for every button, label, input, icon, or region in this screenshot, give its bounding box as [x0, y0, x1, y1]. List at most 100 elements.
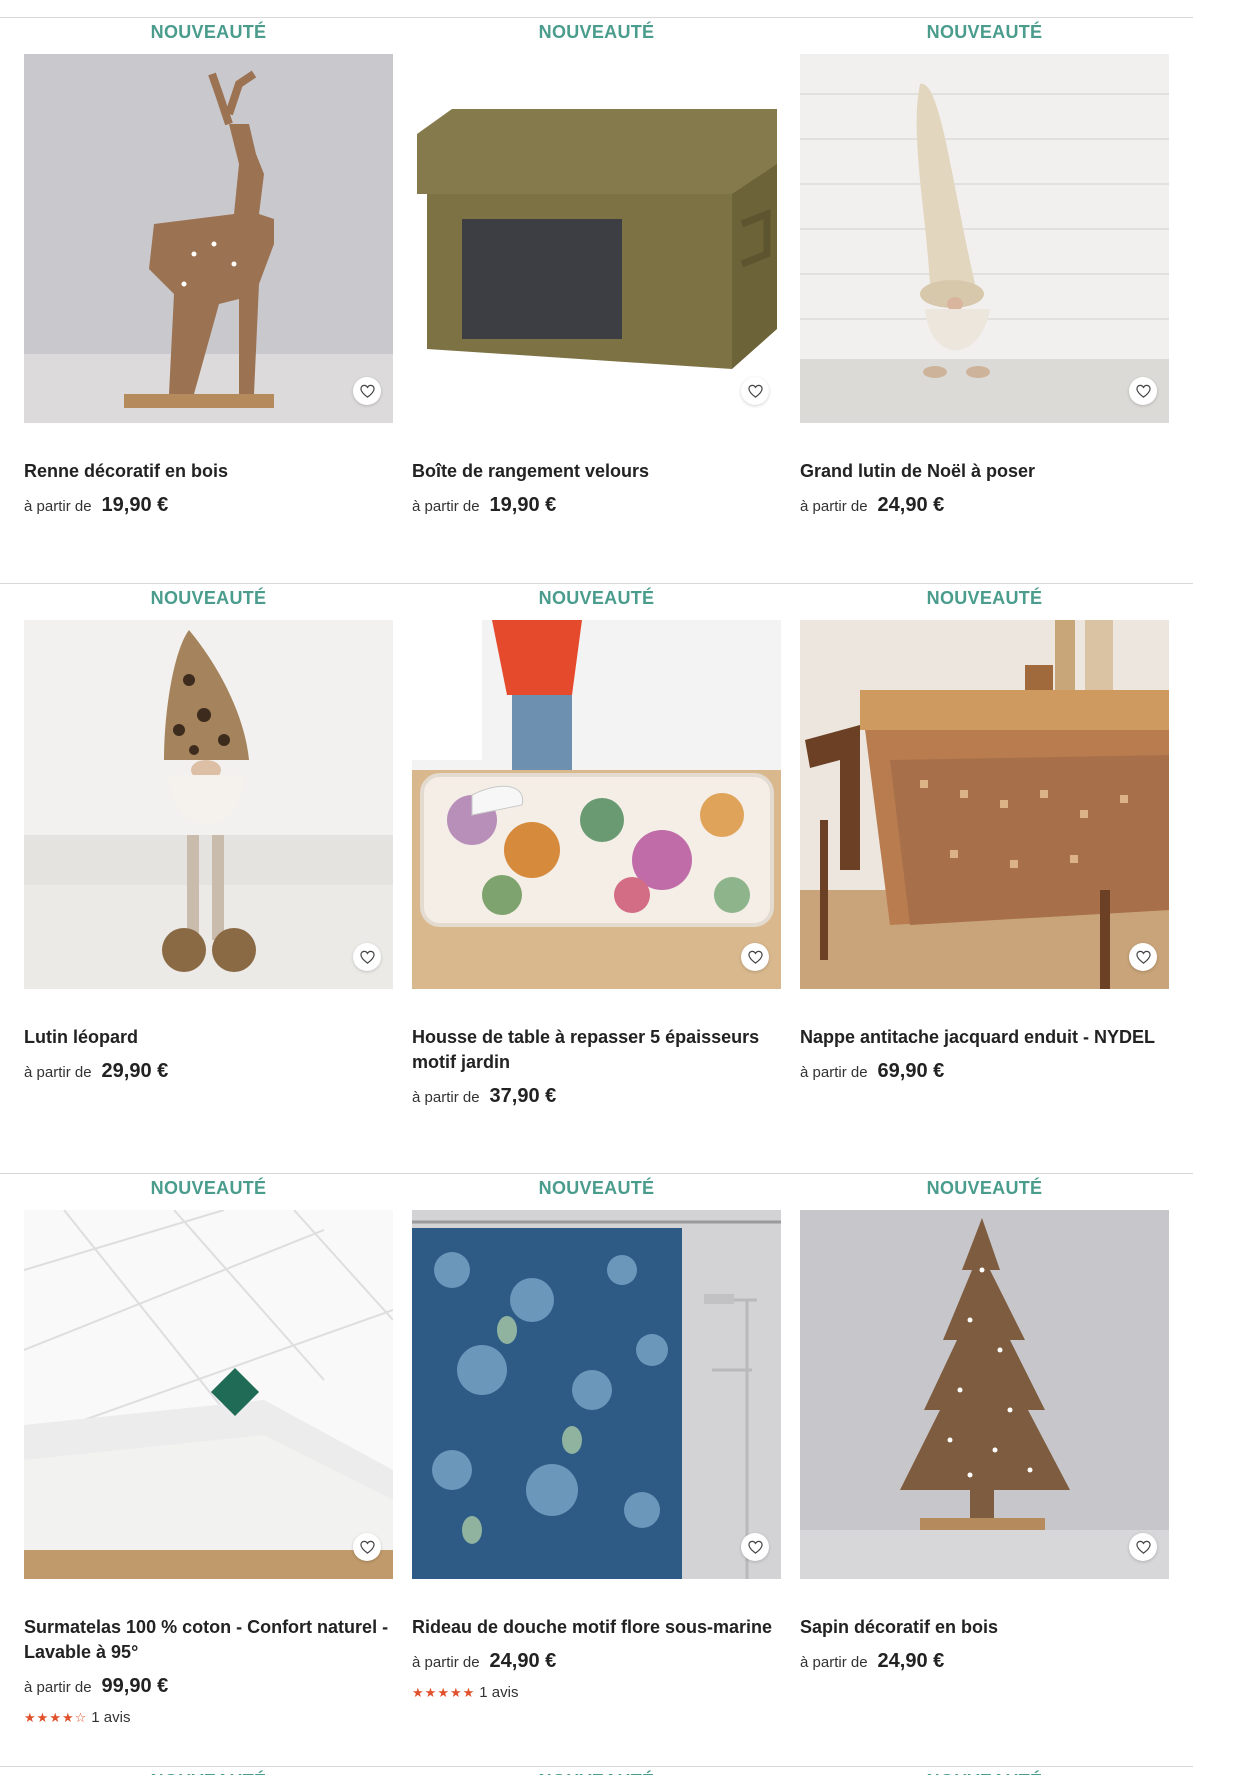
product-image[interactable]	[800, 620, 1169, 989]
product-row: NOUVEAUTÉ Renne décoratif en bois à part…	[0, 17, 1193, 578]
mattress-topper-image	[24, 1210, 393, 1579]
product-title[interactable]: Housse de table à repasser 5 épaisseurs …	[412, 1025, 787, 1075]
favorite-button[interactable]	[741, 1533, 769, 1561]
new-badge: NOUVEAUTÉ	[538, 1178, 655, 1198]
favorite-button[interactable]	[353, 943, 381, 971]
product-title[interactable]: Lutin léopard	[24, 1025, 399, 1050]
product-row: NOUVEAUTÉ Surmatelas 100 % coton - Confo…	[0, 1173, 1193, 1764]
rating[interactable]: ★ ★ ★ ★ ☆ 1 avis	[24, 1709, 130, 1726]
favorite-button[interactable]	[1129, 377, 1157, 405]
product-price: 37,90 €	[489, 1085, 557, 1107]
product-price: 24,90 €	[877, 494, 945, 516]
favorite-button[interactable]	[353, 377, 381, 405]
star-rating: ★ ★ ★ ★ ★	[412, 1685, 474, 1701]
product-grid-page: NOUVEAUTÉ Renne décoratif en bois à part…	[0, 0, 1250, 1775]
product-price: 24,90 €	[489, 1650, 557, 1672]
heart-icon	[1135, 950, 1151, 964]
price-from-label: à partir de	[800, 1064, 868, 1081]
price-from-label: à partir de	[412, 498, 480, 515]
favorite-button[interactable]	[1129, 1533, 1157, 1561]
star-icon: ★	[24, 1709, 36, 1725]
new-badge: NOUVEAUTÉ	[926, 1178, 1043, 1198]
product-price: 19,90 €	[489, 494, 557, 516]
wooden-tree-image	[800, 1210, 1169, 1579]
price-from-label: à partir de	[800, 498, 868, 515]
price-line: à partir de 69,90 €	[800, 1060, 944, 1083]
review-count[interactable]: 1 avis	[479, 1684, 518, 1701]
price-from-label: à partir de	[800, 1654, 868, 1671]
product-title[interactable]: Boîte de rangement velours	[412, 459, 787, 484]
star-outline-icon: ☆	[74, 1709, 87, 1725]
product-image[interactable]	[800, 54, 1169, 423]
price-line: à partir de 24,90 €	[412, 1650, 556, 1673]
product-row: NOUVEAUTÉ Lutin léopard à partir de 29,9…	[0, 583, 1193, 1169]
product-title[interactable]: Rideau de douche motif flore sous-marine	[412, 1615, 787, 1640]
star-icon: ★	[49, 1709, 61, 1725]
heart-icon	[1135, 384, 1151, 398]
price-from-label: à partir de	[24, 1064, 92, 1081]
product-title[interactable]: Surmatelas 100 % coton - Confort naturel…	[24, 1615, 399, 1665]
star-icon: ★	[449, 1684, 462, 1700]
favorite-button[interactable]	[353, 1533, 381, 1561]
shower-curtain-image	[412, 1210, 781, 1579]
new-badge: NOUVEAUTÉ	[926, 22, 1043, 42]
star-icon: ★	[412, 1684, 424, 1700]
product-price: 29,90 €	[101, 1060, 169, 1082]
product-title[interactable]: Sapin décoratif en bois	[800, 1615, 1175, 1640]
new-badge: NOUVEAUTÉ	[926, 588, 1043, 608]
heart-icon	[359, 950, 375, 964]
product-image[interactable]	[412, 54, 781, 423]
star-icon: ★	[61, 1709, 74, 1725]
product-title[interactable]: Renne décoratif en bois	[24, 459, 399, 484]
product-title[interactable]: Nappe antitache jacquard enduit - NYDEL	[800, 1025, 1175, 1050]
price-from-label: à partir de	[24, 1679, 92, 1696]
price-line: à partir de 29,90 €	[24, 1060, 168, 1083]
product-image[interactable]	[412, 1210, 781, 1579]
product-price: 24,90 €	[877, 1650, 945, 1672]
product-image[interactable]	[412, 620, 781, 989]
price-from-label: à partir de	[412, 1654, 480, 1671]
ironing-board-image	[412, 620, 781, 989]
price-line: à partir de 19,90 €	[24, 494, 168, 517]
favorite-button[interactable]	[1129, 943, 1157, 971]
heart-icon	[747, 950, 763, 964]
heart-icon	[359, 384, 375, 398]
star-icon: ★	[462, 1684, 475, 1700]
leopard-gnome-image	[24, 620, 393, 989]
product-image[interactable]	[24, 54, 393, 423]
product-image[interactable]	[24, 1210, 393, 1579]
new-badge: NOUVEAUTÉ	[538, 22, 655, 42]
heart-icon	[359, 1540, 375, 1554]
favorite-button[interactable]	[741, 377, 769, 405]
reindeer-image	[24, 54, 393, 423]
heart-icon	[747, 384, 763, 398]
new-badge: NOUVEAUTÉ	[150, 588, 267, 608]
heart-icon	[747, 1540, 763, 1554]
storage-box-image	[412, 54, 781, 423]
price-line: à partir de 24,90 €	[800, 494, 944, 517]
heart-icon	[1135, 1540, 1151, 1554]
product-row: NOUVEAUTÉ NOUVEAUTÉ NOUVEAUTÉ	[0, 1766, 1193, 1775]
favorite-button[interactable]	[741, 943, 769, 971]
price-from-label: à partir de	[412, 1089, 480, 1106]
price-line: à partir de 24,90 €	[800, 1650, 944, 1673]
star-icon: ★	[424, 1684, 437, 1700]
review-count[interactable]: 1 avis	[91, 1709, 130, 1726]
new-badge: NOUVEAUTÉ	[24, 1771, 393, 1775]
tablecloth-image	[800, 620, 1169, 989]
new-badge: NOUVEAUTÉ	[800, 1771, 1169, 1775]
price-line: à partir de 19,90 €	[412, 494, 556, 517]
product-image[interactable]	[800, 1210, 1169, 1579]
new-badge: NOUVEAUTÉ	[150, 1178, 267, 1198]
product-image[interactable]	[24, 620, 393, 989]
new-badge: NOUVEAUTÉ	[412, 1771, 781, 1775]
price-line: à partir de 99,90 €	[24, 1675, 168, 1698]
price-from-label: à partir de	[24, 498, 92, 515]
gnome-image	[800, 54, 1169, 423]
rating[interactable]: ★ ★ ★ ★ ★ 1 avis	[412, 1684, 518, 1701]
star-rating: ★ ★ ★ ★ ☆	[24, 1710, 86, 1726]
product-title[interactable]: Grand lutin de Noël à poser	[800, 459, 1175, 484]
star-icon: ★	[437, 1684, 449, 1700]
new-badge: NOUVEAUTÉ	[150, 22, 267, 42]
price-line: à partir de 37,90 €	[412, 1085, 556, 1108]
